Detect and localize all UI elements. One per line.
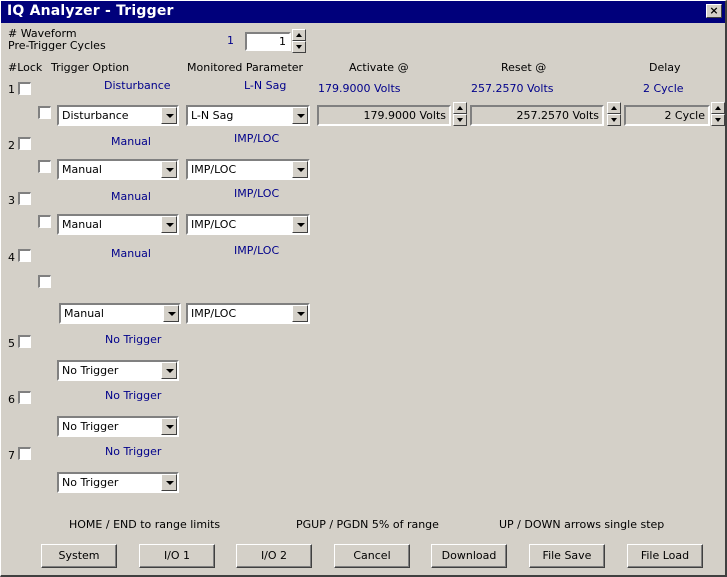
chevron-down-icon[interactable] (292, 107, 308, 124)
spin-down-icon[interactable] (607, 114, 621, 126)
pretrigger-cycles-input[interactable]: 1 (245, 32, 291, 51)
hint-home-end: HOME / END to range limits (69, 518, 221, 531)
chevron-down-icon[interactable] (292, 161, 308, 178)
trigger-option-text: Manual (111, 247, 151, 260)
chevron-down-icon[interactable] (161, 474, 177, 491)
lock-checkbox[interactable] (18, 249, 31, 262)
lock-checkbox[interactable] (18, 137, 31, 150)
system-button[interactable]: System (41, 544, 117, 568)
trigger-option-text: No Trigger (105, 333, 162, 346)
spin-down-icon[interactable] (453, 114, 467, 126)
lock-checkbox[interactable] (18, 335, 31, 348)
chevron-down-icon[interactable] (161, 161, 177, 178)
chevron-down-icon[interactable] (292, 305, 308, 322)
monitored-param-select[interactable]: IMP/LOC (186, 214, 310, 235)
lock-checkbox[interactable] (18, 391, 31, 404)
trigger-option-text: Manual (111, 135, 151, 148)
window-title: IQ Analyzer - Trigger (7, 3, 174, 19)
trigger-option-select[interactable]: Manual (59, 303, 181, 324)
trigger-number: 4 (8, 251, 15, 264)
trigger-option-text: Manual (111, 190, 151, 203)
close-button[interactable]: × (706, 4, 722, 18)
trigger-number: 7 (8, 449, 15, 462)
trigger-window: IQ Analyzer - Trigger × # Waveform Pre-T… (0, 0, 727, 577)
monitored-param-text: IMP/LOC (234, 132, 280, 145)
chevron-down-icon[interactable] (161, 418, 177, 435)
activate-text: 179.9000 Volts (318, 82, 401, 95)
spin-down-icon[interactable] (711, 114, 725, 126)
trigger-option-text: Disturbance (104, 79, 171, 92)
trigger-option-select[interactable]: No Trigger (57, 360, 179, 381)
trigger-number: 6 (8, 393, 15, 406)
spin-up-icon[interactable] (607, 102, 621, 114)
chevron-down-icon[interactable] (161, 362, 177, 379)
chevron-down-icon[interactable] (163, 305, 179, 322)
trigger-option-select[interactable]: No Trigger (57, 416, 179, 437)
chevron-down-icon[interactable] (161, 216, 177, 233)
pretrigger-display: 1 (227, 34, 234, 47)
trigger-option-text: No Trigger (105, 445, 162, 458)
pretrigger-label: Pre-Trigger Cycles (8, 39, 106, 52)
file-load-button[interactable]: File Load (627, 544, 703, 568)
lock-checkbox[interactable] (18, 82, 31, 95)
delay-input[interactable]: 2 Cycle (624, 105, 710, 126)
monitored-param-select[interactable]: L-N Sag (186, 105, 310, 126)
trigger-checkbox[interactable] (38, 160, 51, 173)
lock-checkbox[interactable] (18, 447, 31, 460)
activate-input[interactable]: 179.9000 Volts (317, 105, 451, 126)
trigger-option-select[interactable]: Manual (57, 214, 179, 235)
reset-text: 257.2570 Volts (471, 82, 554, 95)
lock-checkbox[interactable] (18, 192, 31, 205)
monitored-param-text: IMP/LOC (234, 187, 280, 200)
col-lock: #Lock (8, 61, 43, 74)
pretrigger-spinner[interactable] (292, 29, 306, 53)
trigger-checkbox[interactable] (38, 275, 51, 288)
col-delay: Delay (649, 61, 681, 74)
monitored-param-select[interactable]: IMP/LOC (186, 159, 310, 180)
chevron-down-icon[interactable] (161, 107, 177, 124)
trigger-number: 2 (8, 139, 15, 152)
reset-input[interactable]: 257.2570 Volts (470, 105, 604, 126)
title-bar[interactable]: IQ Analyzer - Trigger × (1, 1, 725, 23)
spin-down-icon[interactable] (292, 41, 306, 53)
monitored-param-text: IMP/LOC (234, 244, 280, 257)
trigger-number: 3 (8, 194, 15, 207)
monitored-param-select[interactable]: IMP/LOC (186, 303, 310, 324)
spin-up-icon[interactable] (292, 29, 306, 41)
trigger-checkbox[interactable] (38, 106, 51, 119)
delay-text: 2 Cycle (643, 82, 684, 95)
col-monitored-parameter: Monitored Parameter (187, 61, 304, 74)
trigger-option-text: No Trigger (105, 389, 162, 402)
reset-spinner[interactable] (607, 102, 621, 126)
io2-button[interactable]: I/O 2 (236, 544, 312, 568)
monitored-param-text: L-N Sag (244, 79, 287, 92)
trigger-number: 5 (8, 337, 15, 350)
col-activate: Activate @ (349, 61, 409, 74)
spin-up-icon[interactable] (453, 102, 467, 114)
hint-pgup-pgdn: PGUP / PGDN 5% of range (296, 518, 439, 531)
file-save-button[interactable]: File Save (529, 544, 605, 568)
io1-button[interactable]: I/O 1 (139, 544, 215, 568)
hint-arrows: UP / DOWN arrows single step (499, 518, 665, 531)
trigger-option-select[interactable]: Disturbance (57, 105, 179, 126)
activate-spinner[interactable] (453, 102, 467, 126)
col-trigger-option: Trigger Option (51, 61, 130, 74)
chevron-down-icon[interactable] (292, 216, 308, 233)
cancel-button[interactable]: Cancel (334, 544, 410, 568)
trigger-checkbox[interactable] (38, 215, 51, 228)
delay-spinner[interactable] (711, 102, 725, 126)
trigger-option-select[interactable]: Manual (57, 159, 179, 180)
trigger-option-select[interactable]: No Trigger (57, 472, 179, 493)
trigger-number: 1 (8, 83, 15, 96)
spin-up-icon[interactable] (711, 102, 725, 114)
download-button[interactable]: Download (431, 544, 507, 568)
col-reset: Reset @ (501, 61, 547, 74)
